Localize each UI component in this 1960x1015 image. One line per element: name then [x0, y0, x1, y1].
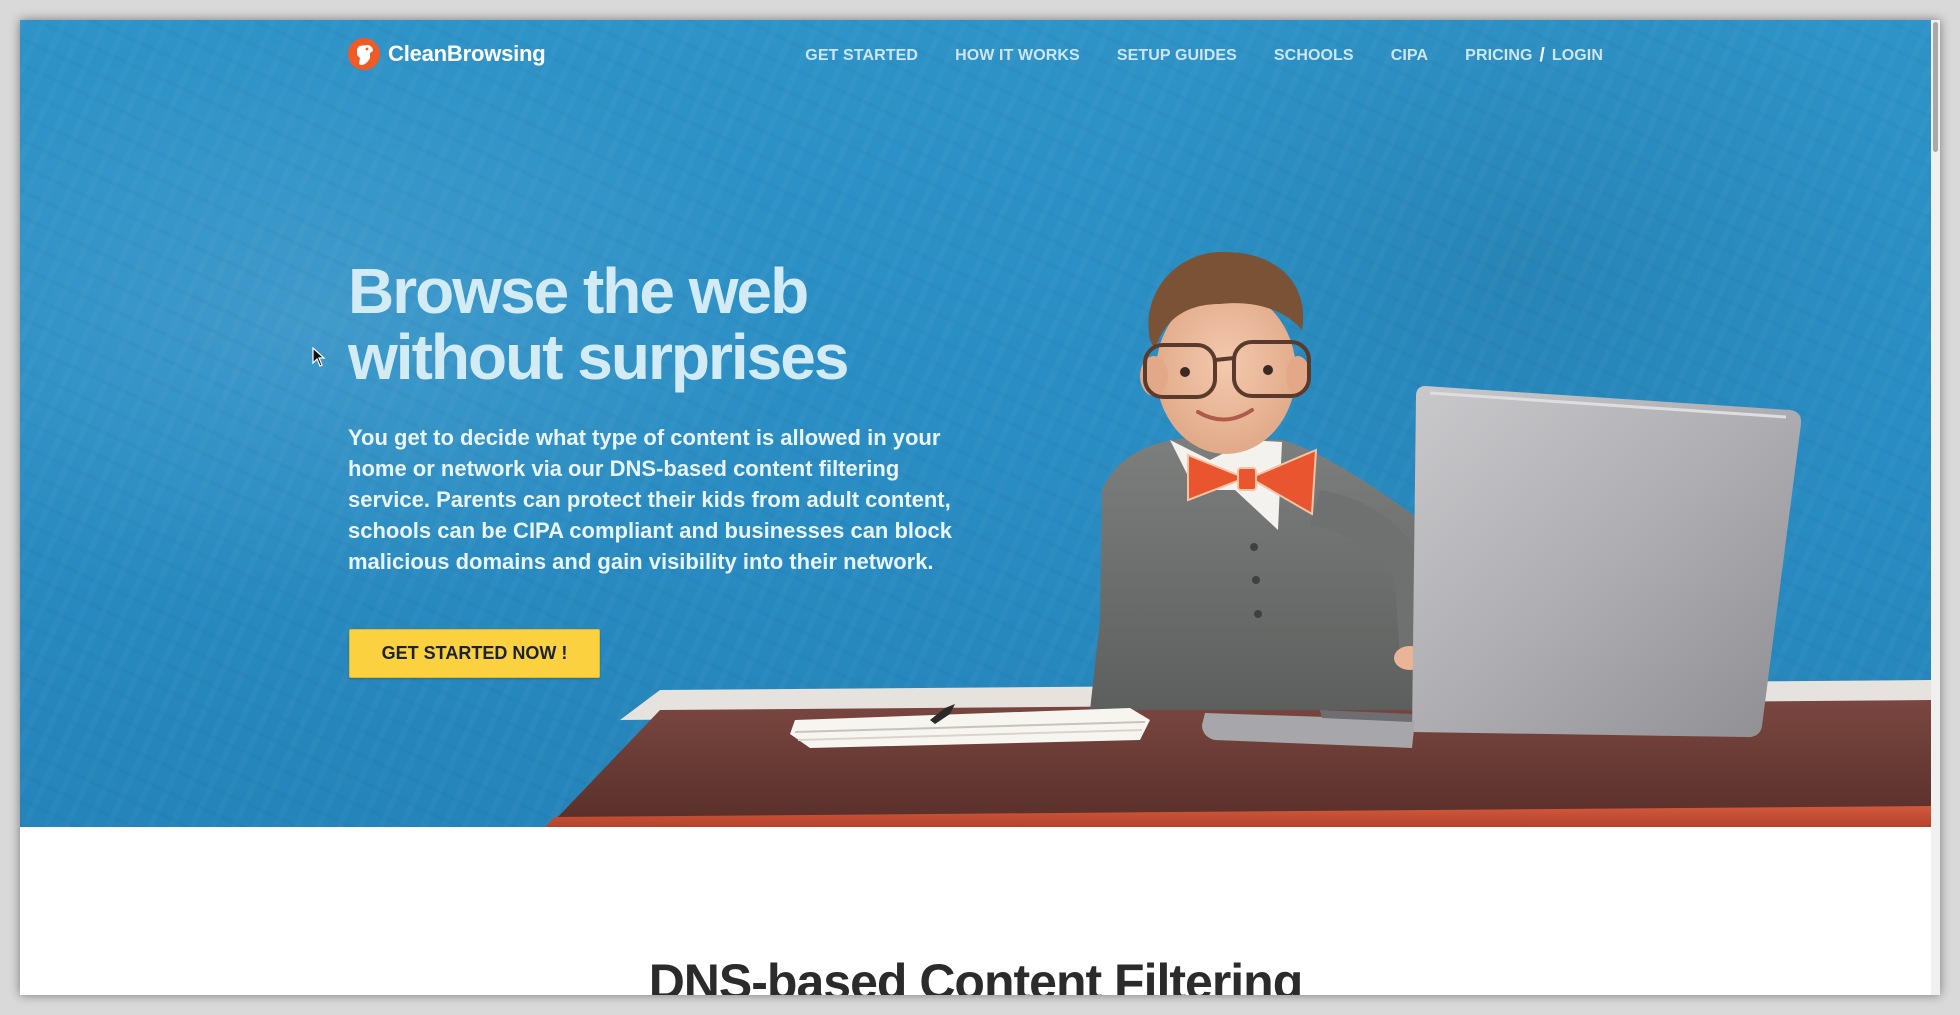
brand-name: CleanBrowsing [388, 41, 546, 66]
nav-pricing[interactable]: PRICING [1465, 47, 1532, 65]
nav-schools[interactable]: SCHOOLS [1274, 47, 1354, 65]
nav-links: GET STARTED HOW IT WORKS SETUP GUIDES SC… [768, 20, 1603, 92]
browser-window: CleanBrowsing GET STARTED HOW IT WORKS S… [20, 20, 1940, 995]
headline-line-2: without surprises [348, 321, 849, 393]
brand-logo[interactable]: CleanBrowsing [348, 38, 546, 70]
nav-separator: / [1539, 45, 1545, 66]
nav-cipa[interactable]: CIPA [1391, 47, 1428, 65]
laptop [1412, 386, 1802, 738]
scrollbar-thumb[interactable] [1933, 22, 1938, 152]
hero-section: CleanBrowsing GET STARTED HOW IT WORKS S… [20, 20, 1931, 827]
nav-how-it-works[interactable]: HOW IT WORKS [955, 47, 1080, 65]
nav-setup-guides[interactable]: SETUP GUIDES [1117, 47, 1237, 65]
hero-photo [545, 251, 1931, 827]
hero-intro-text: You get to decide what type of content i… [348, 425, 952, 574]
hero-headline: Browse the web without surprises [348, 258, 968, 390]
vertical-scrollbar[interactable] [1931, 20, 1940, 995]
mouse-pointer-icon [312, 347, 326, 367]
get-started-now-button[interactable]: GET STARTED NOW ! [349, 629, 600, 678]
top-navigation: CleanBrowsing GET STARTED HOW IT WORKS S… [20, 20, 1931, 92]
section-title: DNS-based Content Filtering [648, 954, 1304, 995]
dog-head-logo-icon [348, 38, 380, 70]
nav-login[interactable]: LOGIN [1552, 47, 1603, 65]
headline-line-1: Browse the web [348, 255, 809, 327]
nav-get-started[interactable]: GET STARTED [805, 47, 918, 65]
